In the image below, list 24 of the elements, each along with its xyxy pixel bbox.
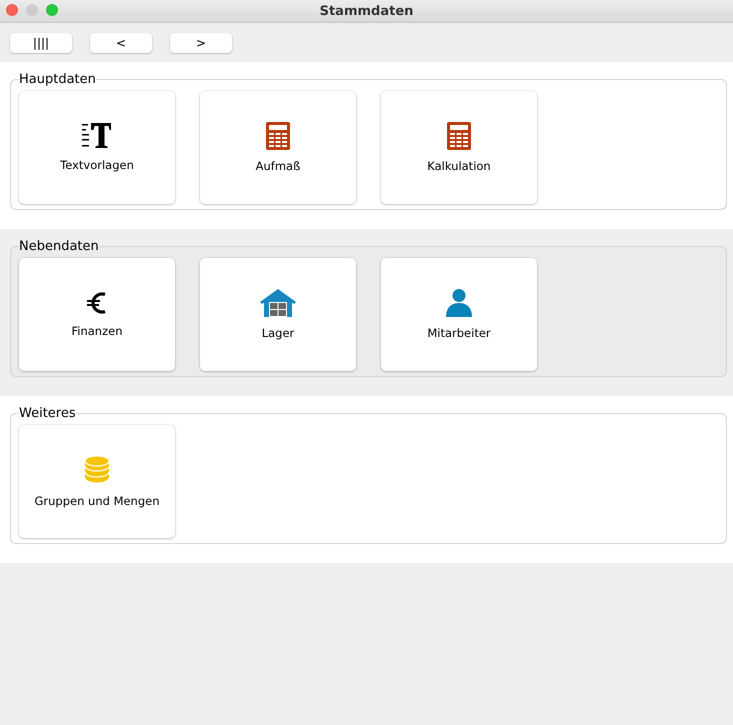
- toolbar-button[interactable]: <: [90, 32, 152, 52]
- window-title: Stammdaten: [320, 4, 414, 18]
- tile-button[interactable]: Aufmaß: [200, 91, 356, 204]
- zoom-button[interactable]: [46, 4, 58, 16]
- text-icon: [82, 123, 112, 149]
- group-title: Nebendaten: [19, 239, 99, 254]
- close-button[interactable]: [6, 4, 18, 16]
- person-icon: [446, 289, 472, 317]
- calculator-icon: [447, 122, 471, 150]
- tile-button[interactable]: Textvorlagen: [19, 91, 175, 204]
- toolbar-button[interactable]: ||||: [10, 32, 72, 52]
- tile-button[interactable]: Kalkulation: [381, 91, 537, 204]
- warehouse-icon: [260, 289, 296, 317]
- group-title: Weiteres: [19, 406, 76, 421]
- calculator-icon: [266, 122, 290, 150]
- coins-icon: [84, 455, 110, 485]
- tile-button[interactable]: Lager: [200, 258, 356, 371]
- group-title: Hauptdaten: [19, 72, 96, 87]
- tile-button[interactable]: Mitarbeiter: [381, 258, 537, 371]
- minimize-button[interactable]: [26, 4, 38, 16]
- tile-button[interactable]: Finanzen: [19, 258, 175, 371]
- tile-button[interactable]: Gruppen und Mengen: [19, 425, 175, 538]
- toolbar-button[interactable]: >: [170, 32, 232, 52]
- euro-icon: [87, 291, 107, 315]
